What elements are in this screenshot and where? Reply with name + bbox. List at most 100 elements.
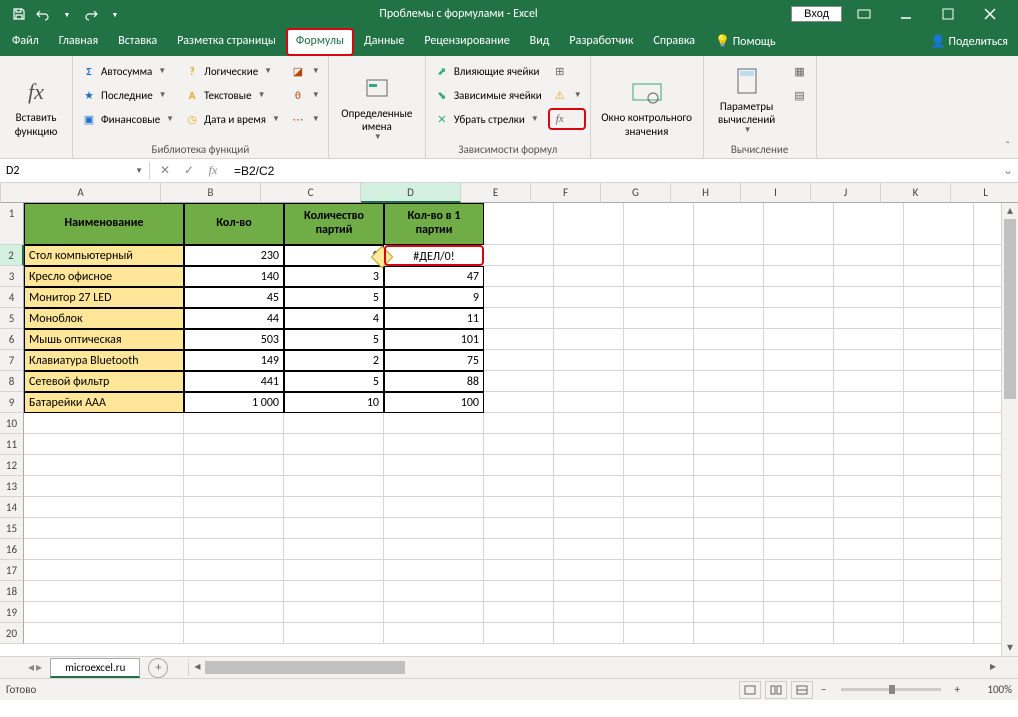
cell[interactable] [484, 581, 554, 602]
column-header[interactable]: G [601, 183, 671, 203]
cell[interactable] [484, 455, 554, 476]
cell[interactable] [554, 350, 624, 371]
scroll-right-icon[interactable]: ▸ [985, 659, 1001, 676]
cell[interactable] [554, 287, 624, 308]
cell[interactable] [284, 455, 384, 476]
cell[interactable] [834, 434, 904, 455]
row-header[interactable]: 4 [0, 287, 24, 308]
cell[interactable] [484, 245, 554, 266]
row-header[interactable]: 20 [0, 623, 24, 644]
cell[interactable] [24, 602, 184, 623]
cell[interactable] [764, 266, 834, 287]
cell[interactable] [24, 623, 184, 644]
maximize-icon[interactable] [928, 0, 968, 28]
cell[interactable] [834, 203, 904, 245]
cell[interactable] [554, 308, 624, 329]
cell[interactable]: Кол-во [184, 203, 284, 245]
cell[interactable] [624, 455, 694, 476]
cell[interactable]: 230 [184, 245, 284, 266]
row-header[interactable]: 9 [0, 392, 24, 413]
cell[interactable] [834, 350, 904, 371]
cell[interactable]: 2 [284, 350, 384, 371]
cell[interactable] [834, 497, 904, 518]
scroll-up-icon[interactable]: ▴ [1002, 203, 1018, 219]
cell[interactable]: 9 [384, 287, 484, 308]
cell[interactable]: 4 [284, 308, 384, 329]
cell[interactable] [484, 434, 554, 455]
cell[interactable] [694, 287, 764, 308]
cell[interactable]: 0 [284, 245, 384, 266]
page-break-view-icon[interactable] [791, 681, 813, 699]
math-button[interactable]: θ▼ [286, 84, 324, 106]
save-icon[interactable] [8, 3, 30, 25]
cell[interactable] [694, 539, 764, 560]
cell[interactable] [694, 350, 764, 371]
fx-button-icon[interactable]: fx [202, 160, 224, 182]
next-sheet-icon[interactable]: ▸ [36, 660, 42, 675]
cell[interactable] [624, 413, 694, 434]
cell[interactable] [834, 455, 904, 476]
cell[interactable] [484, 266, 554, 287]
cell[interactable] [184, 602, 284, 623]
cell[interactable]: Клавиатура Bluetooth [24, 350, 184, 371]
cell[interactable] [834, 245, 904, 266]
enter-formula-icon[interactable]: ✓ [178, 160, 200, 182]
cell[interactable] [554, 602, 624, 623]
cell[interactable] [24, 497, 184, 518]
cell[interactable] [624, 476, 694, 497]
cell[interactable] [624, 266, 694, 287]
cell[interactable]: 149 [184, 350, 284, 371]
scroll-left-icon[interactable]: ◂ [189, 659, 205, 676]
cell[interactable] [904, 602, 974, 623]
cell[interactable] [764, 455, 834, 476]
cell[interactable] [834, 287, 904, 308]
tab-file[interactable]: Файл [2, 28, 49, 56]
row-header[interactable]: 5 [0, 308, 24, 329]
column-header[interactable]: B [161, 183, 261, 203]
cell[interactable] [764, 539, 834, 560]
cell[interactable] [764, 518, 834, 539]
cell[interactable]: Стол компьютерный [24, 245, 184, 266]
row-header[interactable]: 11 [0, 434, 24, 455]
cell[interactable] [484, 287, 554, 308]
cell[interactable] [384, 623, 484, 644]
row-header[interactable]: 12 [0, 455, 24, 476]
cell[interactable] [554, 497, 624, 518]
cell[interactable] [484, 539, 554, 560]
row-header[interactable]: 3 [0, 266, 24, 287]
cell[interactable]: Батарейки AAA [24, 392, 184, 413]
cell[interactable] [284, 497, 384, 518]
row-header[interactable]: 8 [0, 371, 24, 392]
cell[interactable] [904, 308, 974, 329]
cell[interactable] [24, 413, 184, 434]
autosum-button[interactable]: ΣАвтосумма▼ [77, 60, 178, 82]
login-button[interactable]: Вход [791, 6, 842, 22]
cell[interactable] [384, 497, 484, 518]
add-sheet-button[interactable]: + [148, 658, 168, 678]
cell[interactable] [484, 602, 554, 623]
cell[interactable]: 101 [384, 329, 484, 350]
cell[interactable] [904, 392, 974, 413]
row-header[interactable]: 7 [0, 350, 24, 371]
cell[interactable] [384, 560, 484, 581]
cell[interactable] [764, 602, 834, 623]
cell[interactable] [764, 308, 834, 329]
cell[interactable]: Кресло офисное [24, 266, 184, 287]
zoom-slider[interactable] [841, 688, 941, 691]
column-header[interactable]: K [881, 183, 951, 203]
tab-insert[interactable]: Вставка [108, 28, 167, 56]
cell[interactable]: Моноблок [24, 308, 184, 329]
column-header[interactable]: D [361, 183, 461, 203]
share-button[interactable]: 👤 Поделиться [921, 28, 1018, 56]
cell[interactable] [834, 518, 904, 539]
cell[interactable] [184, 581, 284, 602]
cell[interactable] [554, 518, 624, 539]
show-formulas-button[interactable]: ⊞ [548, 60, 586, 82]
cell[interactable] [554, 266, 624, 287]
datetime-button[interactable]: ◷Дата и время▼ [180, 108, 284, 130]
cell[interactable] [764, 329, 834, 350]
tab-review[interactable]: Рецензирование [414, 28, 519, 56]
calc-now-button[interactable]: ▦ [788, 60, 812, 82]
tab-help[interactable]: Справка [643, 28, 705, 56]
cell[interactable] [624, 329, 694, 350]
